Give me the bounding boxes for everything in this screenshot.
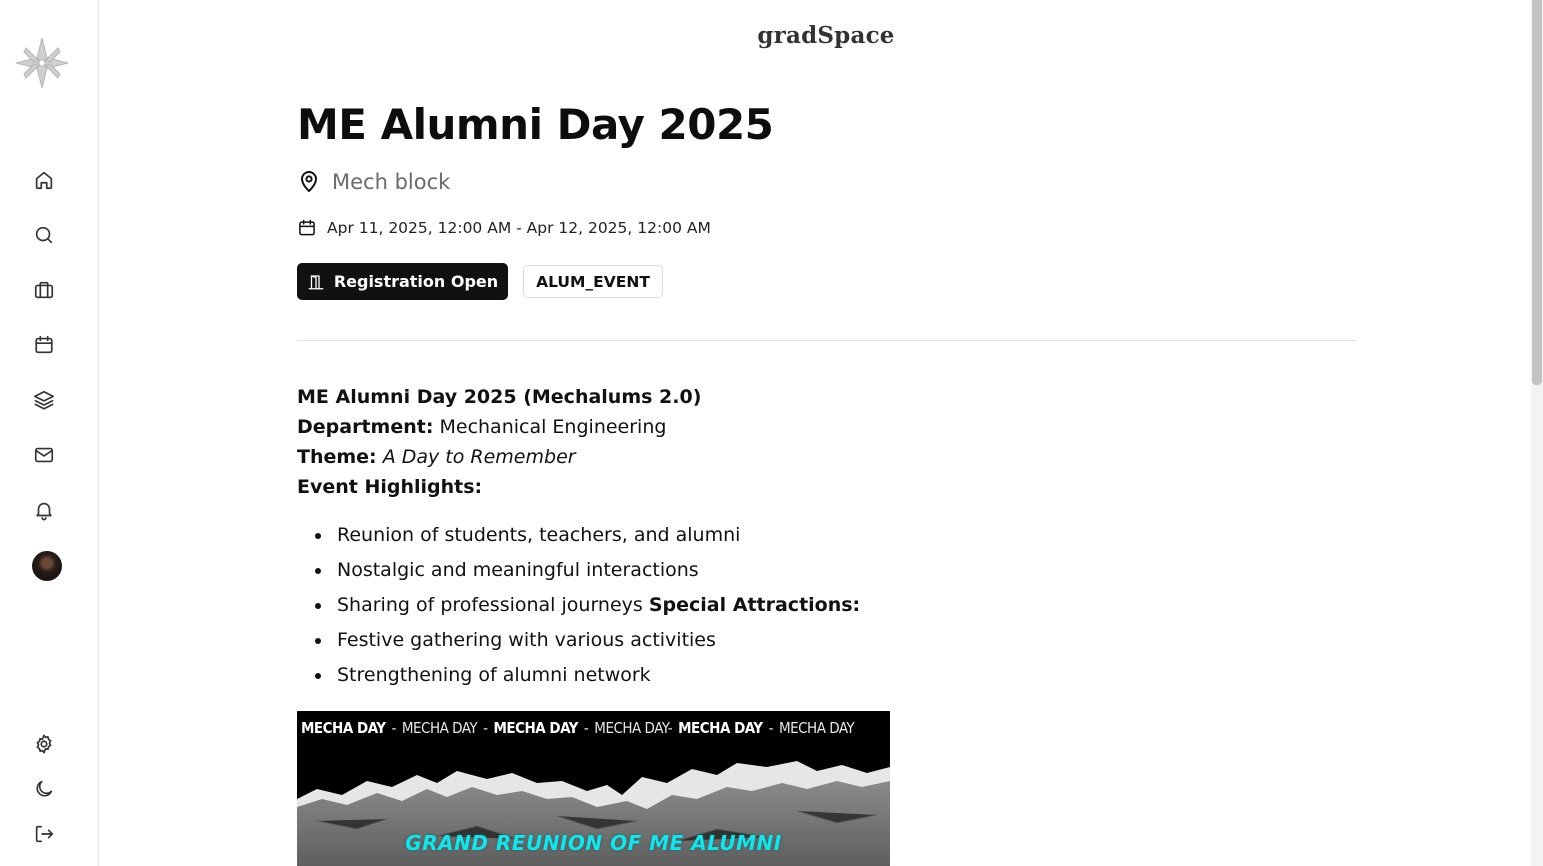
list-item: Festive gathering with various activitie… [297, 623, 860, 658]
event-poster-image: MECHA DAY - MECHA DAY - MECHA DAY - MECH… [297, 711, 890, 866]
list-item: Strengthening of alumni network [297, 658, 860, 693]
logout-icon[interactable] [30, 820, 58, 848]
registration-status-badge[interactable]: Registration Open [297, 263, 508, 300]
special-attractions-label: Special Attractions: [648, 594, 861, 616]
registration-status-label: Registration Open [333, 272, 499, 291]
date-range-text: Apr 11, 2025, 12:00 AM - Apr 12, 2025, 1… [327, 219, 711, 237]
moon-icon[interactable] [30, 775, 58, 803]
description-heading: ME Alumni Day 2025 (Mechalums 2.0) [297, 386, 702, 408]
door-open-icon [308, 274, 324, 289]
user-avatar[interactable] [32, 551, 62, 581]
brand-title[interactable]: gradSpace [720, 22, 932, 49]
app-logo[interactable] [14, 36, 70, 90]
sidebar [0, 0, 99, 866]
theme-line: Theme: A Day to Remember [297, 446, 576, 468]
list-item: Nostalgic and meaningful interactions [297, 553, 860, 588]
layers-icon[interactable] [30, 386, 58, 414]
location-text: Mech block [332, 170, 451, 194]
briefcase-icon[interactable] [30, 276, 58, 304]
event-description: ME Alumni Day 2025 (Mechalums 2.0) Depar… [297, 382, 701, 502]
poster-caption: GRAND REUNION OF ME ALUMNI [405, 831, 782, 855]
department-line: Department: Mechanical Engineering [297, 416, 667, 438]
event-type-badge: ALUM_EVENT [523, 265, 663, 298]
list-item: Sharing of professional journeys Special… [297, 588, 860, 623]
gear-icon[interactable] [30, 730, 58, 758]
highlights-list: Reunion of students, teachers, and alumn… [297, 518, 860, 693]
event-location: Mech block [297, 170, 450, 194]
scrollbar-thumb[interactable] [1532, 0, 1542, 385]
calendar-icon [299, 219, 315, 236]
divider [297, 340, 1357, 341]
list-item: Reunion of students, teachers, and alumn… [297, 518, 860, 553]
home-icon[interactable] [30, 166, 58, 194]
calendar-icon[interactable] [30, 331, 58, 359]
page-scrollbar[interactable] [1531, 0, 1543, 866]
event-title: ME Alumni Day 2025 [297, 100, 774, 149]
mail-icon[interactable] [30, 441, 58, 469]
highlights-heading: Event Highlights: [297, 476, 483, 498]
event-date: Apr 11, 2025, 12:00 AM - Apr 12, 2025, 1… [297, 218, 711, 238]
map-pin-icon [301, 171, 317, 192]
search-icon[interactable] [30, 221, 58, 249]
bell-icon[interactable] [30, 496, 58, 524]
poster-ticker: MECHA DAY - MECHA DAY - MECHA DAY - MECH… [301, 719, 855, 737]
